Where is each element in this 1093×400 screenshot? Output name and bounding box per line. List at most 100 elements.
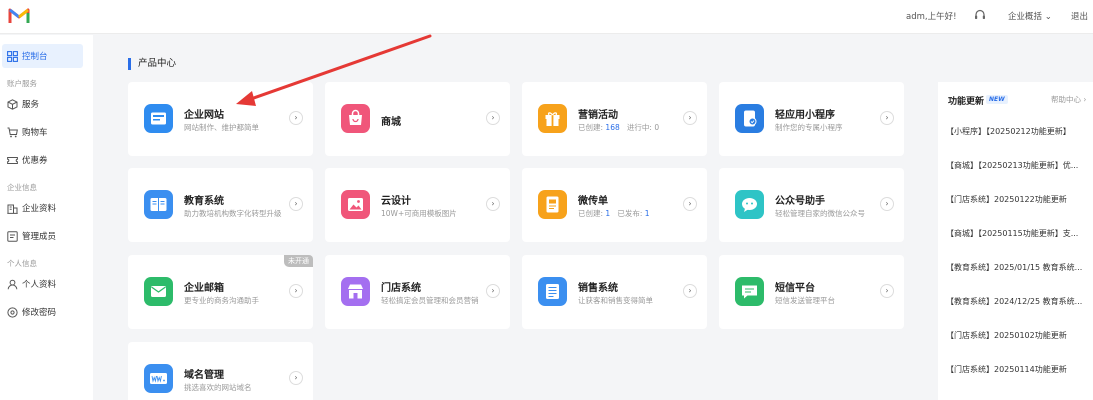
chevron-right-icon[interactable]: › xyxy=(683,111,697,125)
sidebar-item-members[interactable]: 管理成员 xyxy=(7,228,56,244)
building-icon xyxy=(7,204,18,214)
product-subtitle: 轻松搞定会员管理和会员营销 xyxy=(381,296,479,305)
product-subtitle: 轻松管理自家的微信公众号 xyxy=(775,209,865,218)
company-overview-menu[interactable]: 企业概括 ⌄ xyxy=(1008,10,1052,22)
product-card-flyer[interactable]: 微传单 已创建: 1 已发布: 1 › xyxy=(522,168,707,242)
chevron-down-icon: ⌄ xyxy=(1044,12,1052,22)
product-title: 轻应用小程序 xyxy=(775,110,835,121)
chevron-right-icon[interactable]: › xyxy=(880,111,894,125)
sidebar-item-coupon[interactable]: 优惠券 xyxy=(7,152,48,168)
sidebar: 控制台 账户服务 服务 购物车 优惠券 企业信息 企业资料 管理成员 个人信息 … xyxy=(0,35,93,400)
product-card-sms[interactable]: 短信平台 短信发送管理平台 › xyxy=(719,255,904,329)
update-item[interactable]: 【商城】【20250115功能更新】支... xyxy=(946,228,1091,239)
website-icon xyxy=(144,104,173,133)
member-card-icon xyxy=(7,230,18,242)
chevron-right-icon[interactable]: › xyxy=(880,197,894,211)
chevron-right-icon[interactable]: › xyxy=(486,284,500,298)
cart-icon xyxy=(7,127,18,137)
product-title: 销售系统 xyxy=(578,283,618,294)
product-stats: 已创建: 1 已发布: 1 xyxy=(578,209,650,218)
product-title: 企业网站 xyxy=(184,110,224,121)
product-card-mailbox[interactable]: 未开通 企业邮箱 更专业的商务沟通助手 › xyxy=(128,255,313,329)
product-title: 微传单 xyxy=(578,196,608,207)
user-icon xyxy=(7,279,18,289)
greeting-text: adm,上午好! xyxy=(906,12,957,22)
headset-icon[interactable] xyxy=(973,8,987,22)
coupon-icon xyxy=(7,156,18,164)
sidebar-item-service[interactable]: 服务 xyxy=(7,96,39,112)
product-card-wechat-assistant[interactable]: 公众号助手 轻松管理自家的微信公众号 › xyxy=(719,168,904,242)
sidebar-item-cart[interactable]: 购物车 xyxy=(7,124,48,140)
product-title: 教育系统 xyxy=(184,196,224,207)
product-title: 域名管理 xyxy=(184,370,224,381)
new-badge: NEW xyxy=(986,95,1008,104)
product-card-marketing[interactable]: 营销活动 已创建: 168 进行中: 0 › xyxy=(522,82,707,156)
chevron-right-icon[interactable]: › xyxy=(880,284,894,298)
product-subtitle: 助力教培机构数字化转型升级 xyxy=(184,209,282,218)
not-activated-badge: 未开通 xyxy=(284,255,313,267)
sidebar-group-personal: 个人信息 xyxy=(7,259,37,268)
image-icon xyxy=(341,190,370,219)
wechat-icon xyxy=(735,190,764,219)
logout-link[interactable]: 退出 xyxy=(1071,10,1088,22)
product-subtitle: 10W+可商用模板图片 xyxy=(381,209,457,218)
brand-logo-icon[interactable] xyxy=(8,7,30,25)
product-subtitle: 短信发送管理平台 xyxy=(775,296,835,305)
product-subtitle: 更专业的商务沟通助手 xyxy=(184,296,259,305)
product-title: 商城 xyxy=(381,117,401,128)
sidebar-item-password[interactable]: 修改密码 xyxy=(7,304,56,320)
update-item[interactable]: 【商城】【20250213功能更新】优... xyxy=(946,160,1091,171)
product-card-miniapp[interactable]: 轻应用小程序 制作您的专属小程序 › xyxy=(719,82,904,156)
miniapp-icon xyxy=(735,104,764,133)
product-subtitle: 制作您的专属小程序 xyxy=(775,123,843,132)
chevron-right-icon[interactable]: › xyxy=(289,284,303,298)
chevron-right-icon[interactable]: › xyxy=(486,111,500,125)
product-title: 短信平台 xyxy=(775,283,815,294)
book-icon xyxy=(144,190,173,219)
chevron-right-icon[interactable]: › xyxy=(683,284,697,298)
list-icon xyxy=(538,277,567,306)
gift-icon xyxy=(538,104,567,133)
chevron-right-icon[interactable]: › xyxy=(289,197,303,211)
update-item[interactable]: 【门店系统】20250114功能更新 xyxy=(946,364,1091,375)
update-item[interactable]: 【门店系统】20250102功能更新 xyxy=(946,330,1091,341)
grid-icon xyxy=(7,50,18,62)
cube-icon xyxy=(7,98,18,110)
update-item[interactable]: 【门店系统】20250122功能更新 xyxy=(946,194,1091,205)
updates-title: 功能更新 xyxy=(948,97,985,107)
product-title: 企业邮箱 xyxy=(184,283,224,294)
product-title: 门店系统 xyxy=(381,283,421,294)
product-card-education[interactable]: 教育系统 助力教培机构数字化转型升级 › xyxy=(128,168,313,242)
chevron-right-icon[interactable]: › xyxy=(486,197,500,211)
product-card-cloud-design[interactable]: 云设计 10W+可商用模板图片 › xyxy=(325,168,510,242)
sidebar-item-company-info[interactable]: 企业资料 xyxy=(7,200,56,216)
chevron-right-icon[interactable]: › xyxy=(289,111,303,125)
sidebar-group-account: 账户服务 xyxy=(7,79,37,88)
feature-updates-panel: 功能更新 NEW 帮助中心 › 【小程序】【20250212功能更新】 【商城】… xyxy=(938,82,1093,400)
sidebar-item-dashboard[interactable]: 控制台 xyxy=(7,48,48,64)
product-title: 营销活动 xyxy=(578,110,618,121)
update-item[interactable]: 【教育系统】2025/01/15 教育系统... xyxy=(946,262,1091,273)
product-stats: 已创建: 168 进行中: 0 xyxy=(578,123,660,132)
sidebar-item-profile[interactable]: 个人资料 xyxy=(7,276,56,292)
chevron-right-icon[interactable]: › xyxy=(683,197,697,211)
settings-icon xyxy=(7,306,18,318)
sidebar-group-company: 企业信息 xyxy=(7,183,37,192)
product-card-domain[interactable]: 域名管理 挑选喜欢的网站域名 › xyxy=(128,342,313,400)
chevron-right-icon[interactable]: › xyxy=(289,371,303,385)
product-card-shop[interactable]: 商城 › xyxy=(325,82,510,156)
update-item[interactable]: 【小程序】【20250212功能更新】 xyxy=(946,126,1091,137)
update-item[interactable]: 【教育系统】2024/12/25 教育系统... xyxy=(946,296,1091,307)
www-icon xyxy=(144,364,173,393)
product-subtitle: 网站制作、维护都简单 xyxy=(184,123,259,132)
mail-icon xyxy=(144,277,173,306)
section-title: 产品中心 xyxy=(128,58,176,70)
product-card-sales[interactable]: 销售系统 让获客和销售变得简单 › xyxy=(522,255,707,329)
product-card-website[interactable]: 企业网站 网站制作、维护都简单 › xyxy=(128,82,313,156)
store-icon xyxy=(341,277,370,306)
top-header: adm,上午好! 企业概括 ⌄ 退出 xyxy=(0,0,1093,34)
product-title: 公众号助手 xyxy=(775,196,825,207)
product-card-store[interactable]: 门店系统 轻松搞定会员管理和会员营销 › xyxy=(325,255,510,329)
product-title: 云设计 xyxy=(381,196,411,207)
help-center-link[interactable]: 帮助中心 › xyxy=(1051,94,1086,105)
